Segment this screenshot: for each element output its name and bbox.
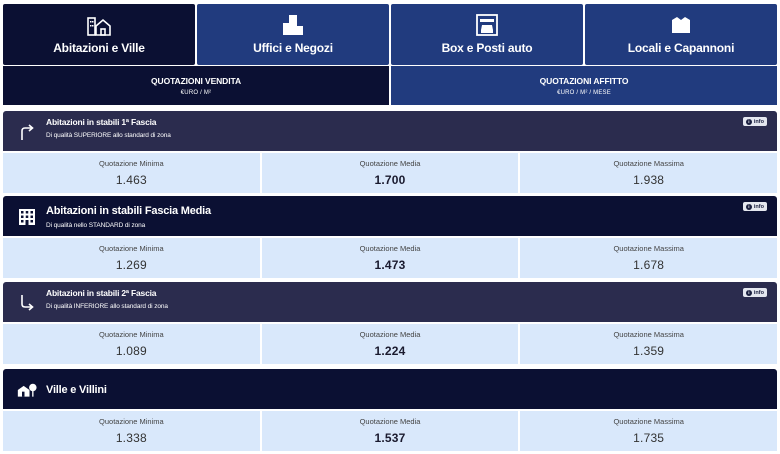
avg-label: Quotazione Media <box>359 330 421 339</box>
min-label: Quotazione Minima <box>99 330 164 339</box>
apartment-building-icon <box>17 207 37 227</box>
tab-quotazioni-vendita[interactable]: QUOTAZIONI VENDITA €URO / M² <box>3 66 389 105</box>
quotation-avg: Quotazione Media 1.537 <box>261 411 519 451</box>
subtab-unit: €URO / M² <box>180 89 212 96</box>
info-button[interactable]: i info <box>742 288 767 297</box>
min-value: 1.089 <box>115 344 147 358</box>
tab-label: Box e Posti auto <box>441 41 533 55</box>
section-subtitle: Di qualità nello STANDARD di zona <box>46 222 146 229</box>
avg-value: 1.537 <box>374 431 406 445</box>
min-label: Quotazione Minima <box>99 244 164 253</box>
info-icon: i <box>745 118 752 125</box>
subtab-title: QUOTAZIONI AFFITTO <box>539 75 629 86</box>
arrow-up-right-icon <box>17 122 37 142</box>
quotation-values: Quotazione Minima 1.338 Quotazione Media 1… <box>3 411 778 451</box>
info-label: info <box>753 118 764 125</box>
tab-abitazioni-ville[interactable]: Abitazioni e Ville <box>3 4 195 65</box>
section-header: Ville e Villini <box>3 369 777 409</box>
avg-label: Quotazione Media <box>359 159 421 168</box>
section-header: Abitazioni in stabili 1ª Fascia Di quali… <box>3 111 777 151</box>
quotation-max: Quotazione Massima 1.359 <box>520 324 778 364</box>
subtab-title: QUOTAZIONI VENDITA <box>151 75 241 86</box>
tab-label: Abitazioni e Ville <box>53 41 145 55</box>
quotation-values: Quotazione Minima 1.089 Quotazione Media 1… <box>3 324 778 364</box>
quotation-values: Quotazione Minima 1.269 Quotazione Media 1… <box>3 238 778 278</box>
min-label: Quotazione Minima <box>99 159 164 168</box>
max-label: Quotazione Massima <box>613 417 684 426</box>
quotation-avg: Quotazione Media 1.224 <box>261 324 519 364</box>
section-fascia-media: Abitazioni in stabili Fascia Media Di qu… <box>3 196 778 278</box>
avg-label: Quotazione Media <box>359 244 421 253</box>
section-header: Abitazioni in stabili Fascia Media Di qu… <box>3 196 777 236</box>
info-label: info <box>753 289 764 296</box>
category-tabs: Abitazioni e Ville Uffici e Negozi Box e… <box>3 4 777 65</box>
section-title: Abitazioni in stabili 2ª Fascia <box>46 288 157 298</box>
quotation-max: Quotazione Massima 1.938 <box>520 153 778 193</box>
quotation-type-tabs: QUOTAZIONI VENDITA €URO / M² QUOTAZIONI … <box>3 66 777 105</box>
quotation-max: Quotazione Massima 1.678 <box>520 238 778 278</box>
quotation-min: Quotazione Minima 1.089 <box>3 324 260 364</box>
info-icon: i <box>745 289 752 296</box>
subtab-unit: €URO / M² / MESE <box>557 89 611 96</box>
min-value: 1.269 <box>115 258 147 272</box>
section-header: Abitazioni in stabili 2ª Fascia Di quali… <box>3 282 777 322</box>
quotation-max: Quotazione Massima 1.735 <box>520 411 778 451</box>
section-subtitle: Di qualità SUPERIORE allo standard di zo… <box>46 132 171 139</box>
section-prima-fascia: Abitazioni in stabili 1ª Fascia Di quali… <box>3 111 778 193</box>
info-label: info <box>753 203 764 210</box>
quotation-avg: Quotazione Media 1.700 <box>261 153 519 193</box>
max-value: 1.938 <box>633 173 665 187</box>
max-label: Quotazione Massima <box>613 330 684 339</box>
max-label: Quotazione Massima <box>613 159 684 168</box>
avg-value: 1.473 <box>374 258 406 272</box>
house-buildings-icon <box>87 14 111 36</box>
section-title: Ville e Villini <box>46 384 107 396</box>
arrow-down-right-icon <box>17 293 37 313</box>
section-ville-villini: Ville e Villini Quotazione Minima 1.338 Q… <box>3 369 778 451</box>
avg-label: Quotazione Media <box>359 417 421 426</box>
avg-value: 1.700 <box>374 173 406 187</box>
max-value: 1.359 <box>633 344 665 358</box>
avg-value: 1.224 <box>374 344 406 358</box>
tab-uffici-negozi[interactable]: Uffici e Negozi <box>197 4 389 65</box>
quotation-values: Quotazione Minima 1.463 Quotazione Media 1… <box>3 153 778 193</box>
warehouse-icon <box>670 14 692 36</box>
min-value: 1.463 <box>115 173 147 187</box>
section-title: Abitazioni in stabili Fascia Media <box>46 205 211 217</box>
quotation-min: Quotazione Minima 1.338 <box>3 411 260 451</box>
info-icon: i <box>745 203 752 210</box>
villa-tree-icon <box>17 380 37 400</box>
tab-locali-capannoni[interactable]: Locali e Capannoni <box>585 4 777 65</box>
max-value: 1.735 <box>633 431 665 445</box>
tab-box-posti-auto[interactable]: Box e Posti auto <box>391 4 583 65</box>
quotation-avg: Quotazione Media 1.473 <box>261 238 519 278</box>
max-value: 1.678 <box>633 258 665 272</box>
min-label: Quotazione Minima <box>99 417 164 426</box>
tab-quotazioni-affitto[interactable]: QUOTAZIONI AFFITTO €URO / M² / MESE <box>391 66 777 105</box>
office-building-icon <box>282 14 304 36</box>
tab-label: Locali e Capannoni <box>627 41 735 55</box>
info-button[interactable]: i info <box>742 117 767 126</box>
max-label: Quotazione Massima <box>613 244 684 253</box>
section-subtitle: Di qualità INFERIORE allo standard di zo… <box>46 303 168 310</box>
min-value: 1.338 <box>115 431 147 445</box>
quotation-min: Quotazione Minima 1.463 <box>3 153 260 193</box>
tab-label: Uffici e Negozi <box>253 41 333 55</box>
section-title: Abitazioni in stabili 1ª Fascia <box>46 117 157 127</box>
section-seconda-fascia: Abitazioni in stabili 2ª Fascia Di quali… <box>3 282 778 364</box>
quotation-min: Quotazione Minima 1.269 <box>3 238 260 278</box>
garage-car-icon <box>476 14 498 36</box>
info-button[interactable]: i info <box>742 202 767 211</box>
